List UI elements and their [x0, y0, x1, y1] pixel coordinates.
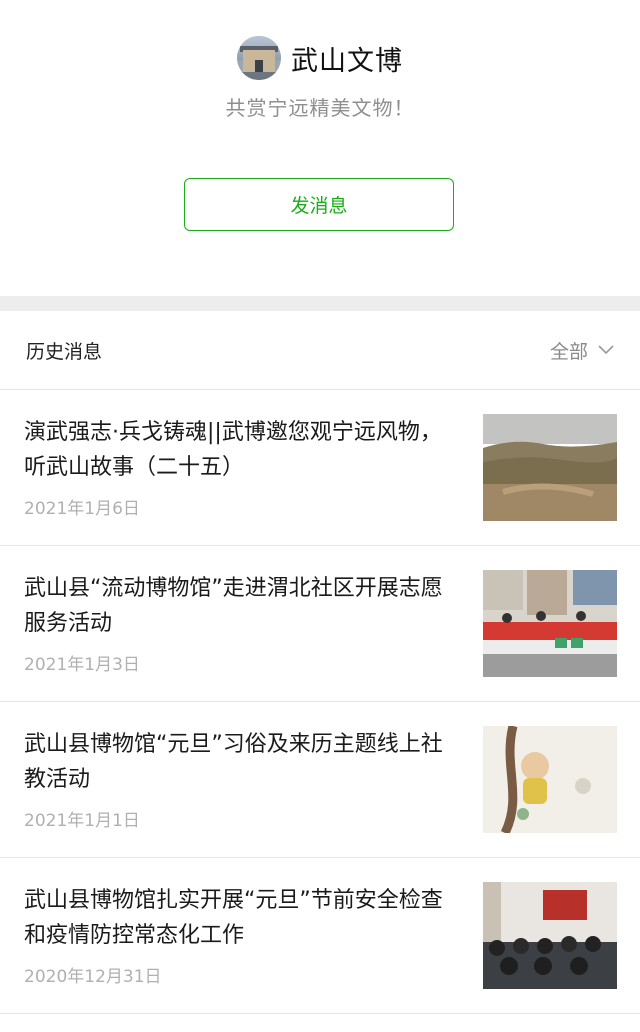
article-date: 2021年1月3日	[24, 655, 140, 675]
article-thumbnail[interactable]	[483, 414, 617, 521]
article-thumbnail[interactable]	[483, 882, 617, 989]
chevron-down-icon	[598, 345, 614, 355]
filter-label: 全部	[549, 340, 588, 363]
article-thumbnail[interactable]	[483, 570, 617, 677]
article-title[interactable]: 武山县博物馆扎实开展“元旦”节前安全检查和疫情防控常态化工作	[24, 883, 456, 953]
filter-dropdown[interactable]: 全部	[550, 337, 614, 364]
avatar[interactable]	[237, 36, 281, 80]
article-title[interactable]: 武山县“流动博物馆”走进渭北社区开展志愿服务活动	[24, 571, 456, 641]
article-item[interactable]: 武山县“流动博物馆”走进渭北社区开展志愿服务活动 2021年1月3日	[0, 546, 640, 702]
account-row: 武山文博	[0, 36, 640, 80]
article-title[interactable]: 演武强志·兵戈铸魂||武博邀您观宁远风物，听武山故事（二十五）	[24, 415, 456, 485]
send-message-button[interactable]: 发消息	[184, 178, 454, 231]
article-thumbnail[interactable]	[483, 726, 617, 833]
account-header: 武山文博 共赏宁远精美文物！ 发消息	[0, 0, 640, 296]
history-title: 历史消息	[26, 340, 103, 363]
article-item[interactable]: 演武强志·兵戈铸魂||武博邀您观宁远风物，听武山故事（二十五） 2021年1月6…	[0, 390, 640, 546]
article-date: 2021年1月6日	[24, 499, 140, 519]
history-header: 历史消息 全部	[0, 311, 640, 390]
article-title[interactable]: 武山县博物馆“元旦”习俗及来历主题线上社教活动	[24, 727, 456, 797]
account-name: 武山文博	[291, 45, 403, 77]
article-date: 2020年12月31日	[24, 967, 162, 987]
article-item[interactable]: 武山县博物馆扎实开展“元旦”节前安全检查和疫情防控常态化工作 2020年12月3…	[0, 858, 640, 1014]
article-date: 2021年1月1日	[24, 811, 140, 831]
article-item[interactable]: 武山县博物馆“元旦”习俗及来历主题线上社教活动 2021年1月1日	[0, 702, 640, 858]
section-divider	[0, 296, 640, 311]
account-slogan: 共赏宁远精美文物！	[225, 96, 415, 120]
